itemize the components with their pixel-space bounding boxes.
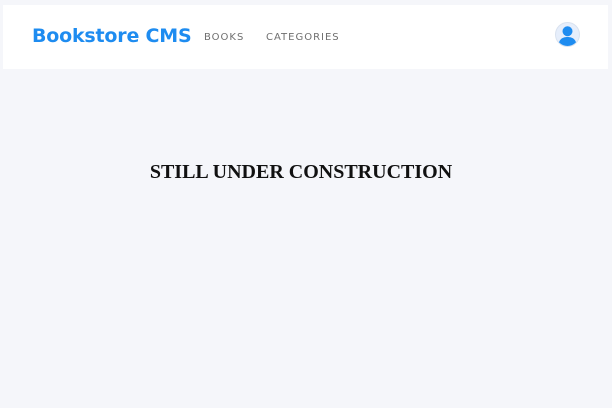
top-navbar: Bookstore CMS BOOKS CATEGORIES — [3, 5, 608, 69]
brand-logo-link[interactable]: Bookstore CMS — [32, 24, 192, 48]
nav-link-books[interactable]: BOOKS — [204, 31, 244, 45]
user-avatar-button[interactable] — [555, 22, 580, 47]
under-construction-message: STILL UNDER CONSTRUCTION — [149, 161, 453, 183]
user-icon — [558, 26, 577, 46]
nav-link-categories[interactable]: CATEGORIES — [266, 31, 340, 45]
